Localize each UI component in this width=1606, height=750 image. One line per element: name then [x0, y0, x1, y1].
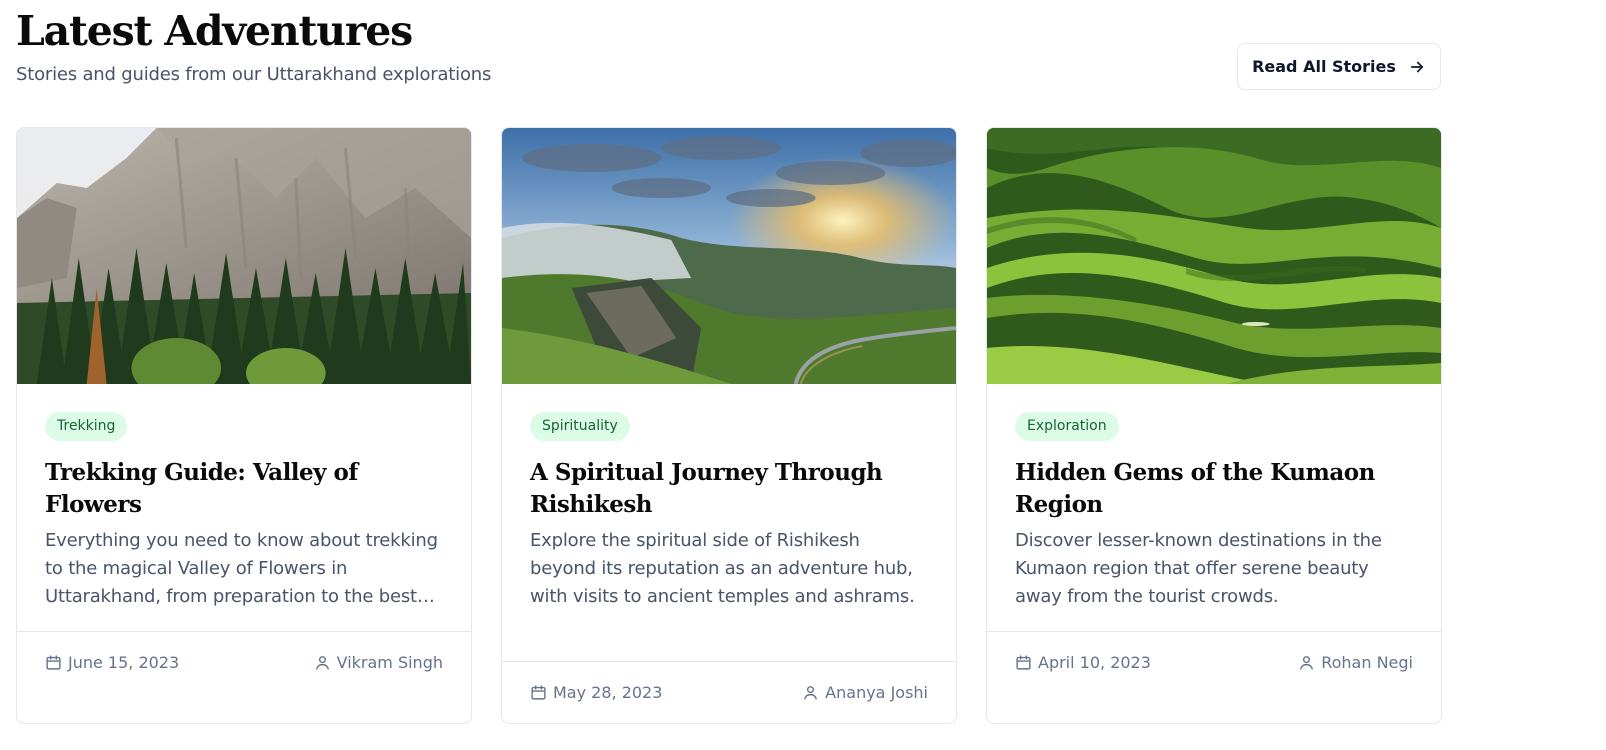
story-title[interactable]: Hidden Gems of the Kumaon Region [1015, 457, 1413, 521]
story-excerpt: Everything you need to know about trekki… [45, 530, 438, 607]
story-date-text: June 15, 2023 [68, 653, 180, 672]
story-card-body: Trekking Trekking Guide: Valley of Flowe… [17, 384, 471, 631]
story-card-footer: April 10, 2023 Rohan Negi [987, 631, 1441, 693]
arrow-right-icon [1410, 61, 1423, 72]
story-image-green-hills[interactable] [987, 128, 1441, 384]
story-card-kumaon[interactable]: Exploration Hidden Gems of the Kumaon Re… [986, 127, 1442, 724]
calendar-icon [46, 655, 61, 670]
story-author: Rohan Negi [1298, 653, 1413, 672]
story-author-name: Rohan Negi [1321, 653, 1413, 672]
category-tag[interactable]: Spirituality [530, 412, 630, 441]
section-title: Latest Adventures [16, 7, 413, 55]
story-date-text: May 28, 2023 [553, 683, 663, 702]
story-card-valley-of-flowers[interactable]: Trekking Trekking Guide: Valley of Flowe… [16, 127, 472, 724]
story-card-footer: June 15, 2023 Vikram Singh [17, 631, 471, 693]
calendar-icon [531, 685, 546, 700]
story-excerpt: Discover lesser-known destinations in th… [1015, 530, 1382, 607]
story-excerpt: Explore the spiritual side of Rishikesh … [530, 530, 915, 607]
story-date: May 28, 2023 [530, 683, 662, 702]
story-author-name: Ananya Joshi [825, 683, 928, 702]
story-author: Vikram Singh [314, 653, 443, 672]
user-icon [804, 686, 818, 700]
user-icon [315, 656, 329, 670]
category-tag[interactable]: Trekking [45, 412, 128, 441]
story-cards-grid: Trekking Trekking Guide: Valley of Flowe… [16, 127, 1442, 724]
read-all-stories-label: Read All Stories [1252, 57, 1396, 76]
story-author-name: Vikram Singh [336, 653, 443, 672]
story-date: June 15, 2023 [45, 653, 179, 672]
story-card-body: Exploration Hidden Gems of the Kumaon Re… [987, 384, 1441, 631]
story-title[interactable]: Trekking Guide: Valley of Flowers [45, 457, 443, 521]
story-image-valley-sunset[interactable] [502, 128, 956, 384]
section-subtitle: Stories and guides from our Uttarakhand … [16, 64, 492, 85]
category-tag[interactable]: Exploration [1015, 412, 1119, 441]
story-date-text: April 10, 2023 [1038, 653, 1151, 672]
story-card-footer: May 28, 2023 Ananya Joshi [502, 661, 956, 723]
story-author: Ananya Joshi [802, 683, 928, 702]
latest-adventures-section: Latest Adventures Stories and guides fro… [16, 0, 1442, 750]
section-header: Latest Adventures Stories and guides fro… [16, 0, 1441, 128]
user-icon [1300, 656, 1314, 670]
calendar-icon [1016, 655, 1031, 670]
story-image-mountain-forest[interactable] [17, 128, 471, 384]
story-title[interactable]: A Spiritual Journey Through Rishikesh [530, 457, 928, 521]
story-date: April 10, 2023 [1015, 653, 1151, 672]
story-card-body: Spirituality A Spiritual Journey Through… [502, 384, 956, 661]
read-all-stories-button[interactable]: Read All Stories [1237, 43, 1441, 90]
story-card-rishikesh[interactable]: Spirituality A Spiritual Journey Through… [501, 127, 957, 724]
